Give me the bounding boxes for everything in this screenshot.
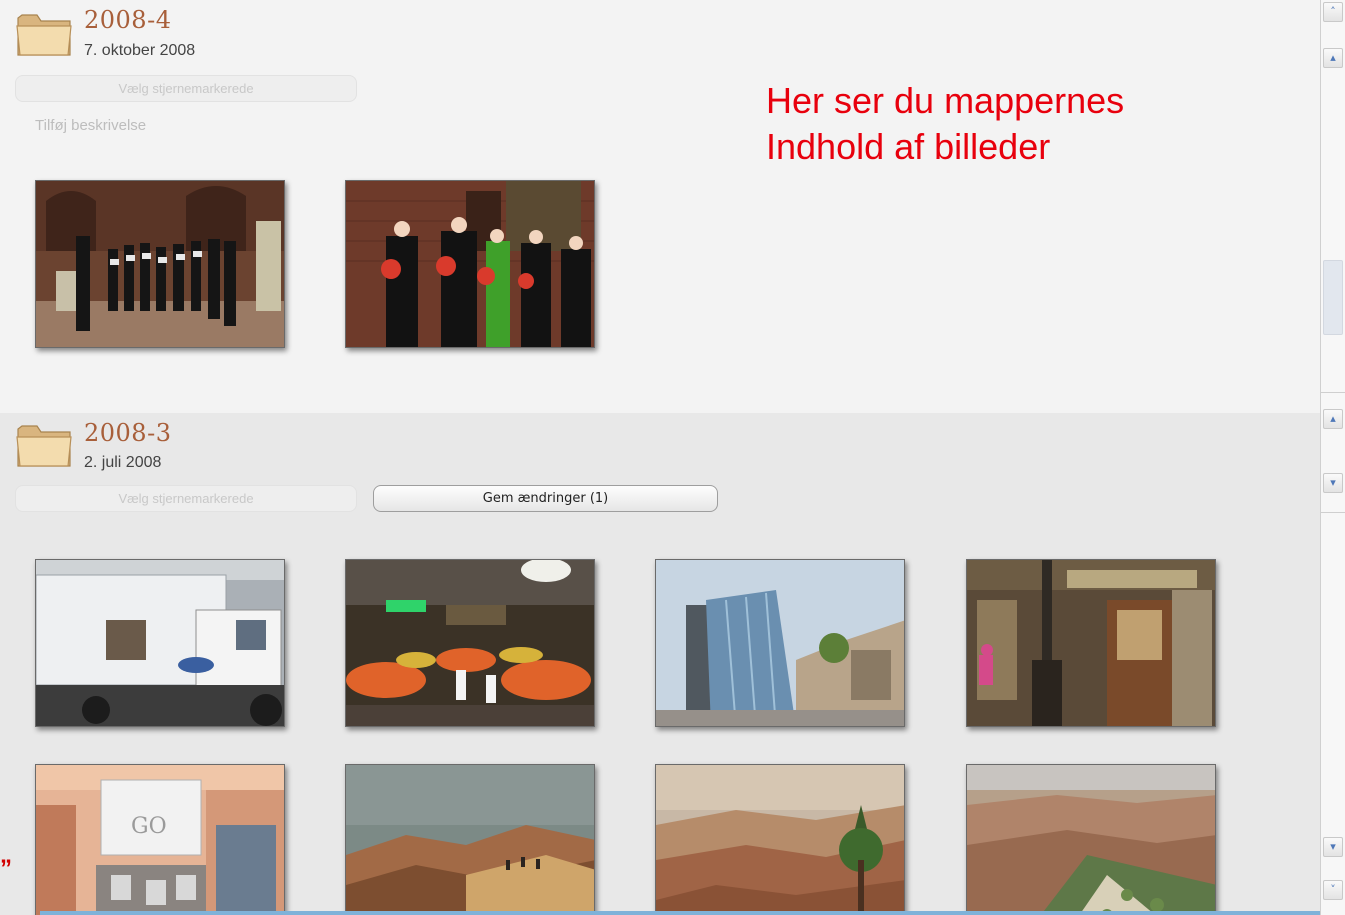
photo-thumbnail[interactable] [345,559,595,727]
photo-thumbnail[interactable] [966,559,1216,727]
annotation-note: Her ser du mappernes Indhold af billeder [766,78,1286,170]
accent-line [40,911,1320,915]
folder-date: 7. oktober 2008 [84,42,196,59]
folder-section-2008-4: 2008-4 7. oktober 2008 Vælg stjernemarke… [0,0,1320,413]
photo-thumbnail[interactable] [35,180,285,348]
svg-text:GO: GO [131,814,167,839]
folder-icon [16,425,72,467]
annotation-line-1: Her ser du mappernes [766,80,1125,121]
chevron-down-icon[interactable]: ▾ [1323,473,1343,493]
vertical-scrollbar[interactable]: ˄ ▴ ▴ ▾ ▾ ˅ [1320,0,1345,915]
folder-section-2008-3: 2008-3 2. juli 2008 Vælg stjernemarkered… [0,413,1320,915]
photo-thumbnail[interactable] [35,559,285,727]
select-starred-button[interactable]: Vælg stjernemarkerede [15,75,357,102]
add-description-link[interactable]: Tilføj beskrivelse [35,117,146,134]
folder-title[interactable]: 2008-3 [84,419,171,447]
photo-thumbnail[interactable]: GO [35,764,285,915]
scroll-thumb[interactable] [1323,260,1343,335]
scrollbar-divider [1321,512,1345,513]
scrollbar-divider [1321,392,1345,393]
save-changes-button[interactable]: Gem ændringer (1) [373,485,718,512]
folder-title[interactable]: 2008-4 [84,6,171,34]
photo-thumbnail[interactable] [345,180,595,348]
chevron-up-icon[interactable]: ▴ [1323,48,1343,68]
chevron-up-icon[interactable]: ▴ [1323,409,1343,429]
folder-icon [16,14,72,56]
photo-thumbnail[interactable] [345,764,595,915]
chevron-down-icon[interactable]: ▾ [1323,837,1343,857]
photo-thumbnail[interactable] [966,764,1216,915]
photo-thumbnail[interactable] [655,764,905,915]
annotation-line-2: Indhold af billeder [766,126,1051,167]
photo-browser: 2008-4 7. oktober 2008 Vælg stjernemarke… [0,0,1345,915]
double-chevron-down-icon[interactable]: ˅ [1323,880,1343,900]
folder-date: 2. juli 2008 [84,454,162,471]
photo-thumbnail[interactable] [655,559,905,727]
double-chevron-up-icon[interactable]: ˄ [1323,2,1343,22]
edge-quote-mark: ” [0,855,12,882]
select-starred-button[interactable]: Vælg stjernemarkerede [15,485,357,512]
